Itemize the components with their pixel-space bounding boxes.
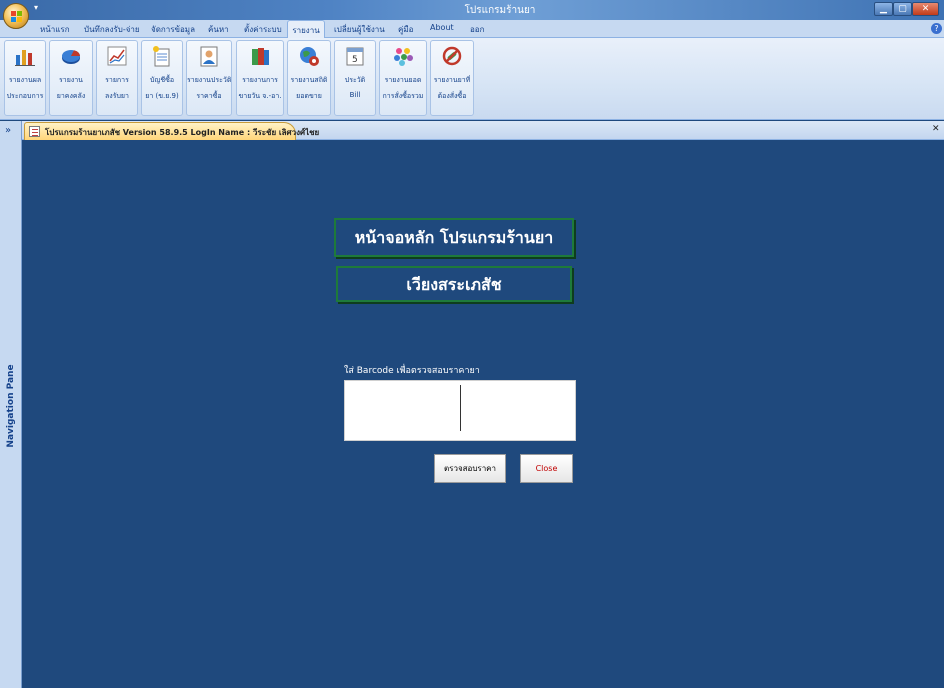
bill-history-button[interactable]: 5 ประวัติ Bill	[334, 40, 376, 116]
button-label: ต้องสั่งซื้อ	[437, 92, 467, 100]
dots-icon	[394, 48, 413, 66]
office-button[interactable]	[3, 3, 29, 29]
report-drugs-to-order-button[interactable]: รายงานยาที่ ต้องสั่งซื้อ	[430, 40, 474, 116]
bar-chart-icon	[15, 50, 35, 66]
report-sales-stats-button[interactable]: รายงานสถิติ ยอดขาย	[287, 40, 331, 116]
books-icon	[252, 48, 269, 65]
button-label: ยอดขาย	[296, 92, 322, 100]
tab-exit[interactable]: ออก	[470, 23, 484, 36]
button-label: รายการ	[105, 76, 129, 84]
button-label: รายงานประวัติ	[187, 76, 232, 84]
report-stock-button[interactable]: รายงาน ยาคงคลัง	[49, 40, 93, 116]
button-label: ขายวัน จ.-อา.	[238, 92, 282, 100]
button-label: ประกอบการ	[6, 92, 44, 100]
minimize-button[interactable]: ▁	[874, 2, 893, 16]
barcode-input[interactable]	[344, 380, 576, 441]
tab-manage-data[interactable]: จัดการข้อมูล	[151, 23, 195, 36]
navigation-pane-label: Navigation Pane	[6, 364, 16, 448]
ribbon-tab-bar: หน้าแรก บันทึกลงรับ-จ่าย จัดการข้อมูล ค้…	[0, 20, 944, 39]
report-received-button[interactable]: รายการ ลงรับยา	[96, 40, 138, 116]
button-label: รายงานยาที่	[433, 76, 471, 84]
close-document-icon[interactable]: ✕	[932, 124, 940, 134]
tab-home[interactable]: หน้าแรก	[40, 23, 70, 36]
close-button[interactable]: Close	[520, 454, 573, 483]
pie-chart-icon	[62, 50, 81, 64]
ribbon-panel: รายงานผล ประกอบการ รายงาน ยาคงคลัง รายกา…	[0, 38, 944, 120]
button-label: ยา (ข.ย.9)	[145, 92, 179, 100]
form-icon	[29, 126, 40, 137]
office-logo-icon	[11, 11, 22, 22]
tab-about[interactable]: About	[430, 23, 454, 32]
button-label: รายงาน	[59, 76, 83, 84]
check-price-button[interactable]: ตรวจสอบราคา	[434, 454, 506, 483]
button-label: Bill	[349, 91, 361, 99]
button-label: รายงานการ	[242, 76, 278, 84]
calendar-icon: 5	[346, 47, 364, 66]
window-title: โปรแกรมร้านยา	[464, 5, 536, 16]
document-tab-bar: โปรแกรมร้านยาเภสัช Version 58.9.5 LogIn …	[22, 121, 944, 140]
document-tab[interactable]: โปรแกรมร้านยาเภสัช Version 58.9.5 LogIn …	[24, 122, 319, 140]
button-label: ราคาซื้อ	[196, 92, 222, 100]
tab-settings[interactable]: ตั้งค่าระบบ	[244, 23, 282, 36]
close-window-button[interactable]: ✕	[912, 2, 939, 16]
store-name: เวียงสระเภสัช	[336, 266, 572, 302]
button-label: บัญชีซื้อ	[149, 76, 175, 84]
no-pill-icon	[442, 46, 462, 66]
svg-text:5: 5	[352, 55, 358, 65]
text-caret	[460, 385, 461, 431]
document-tab-title: โปรแกรมร้านยาเภสัช Version 58.9.5 LogIn …	[45, 128, 320, 137]
line-chart-icon	[107, 46, 127, 66]
tab-manual[interactable]: คู่มือ	[398, 23, 413, 36]
user-report-icon	[200, 46, 218, 67]
button-label: ยาคงคลัง	[56, 92, 86, 100]
report-purchase-ledger-button[interactable]: บัญชีซื้อ ยา (ข.ย.9)	[141, 40, 183, 116]
form-title: หน้าจอหลัก โปรแกรมร้านยา	[334, 218, 574, 257]
report-daily-sales-button[interactable]: รายงานการ ขายวัน จ.-อา.	[236, 40, 284, 116]
title-bar: ▾ โปรแกรมร้านยา ▁ ▢ ✕	[0, 0, 944, 20]
button-label: รายงานสถิติ	[290, 76, 328, 84]
navigation-pane[interactable]: » Navigation Pane	[0, 121, 22, 688]
tab-switch-user[interactable]: เปลี่ยนผู้ใช้งาน	[334, 23, 385, 36]
report-operations-button[interactable]: รายงานผล ประกอบการ	[4, 40, 46, 116]
quick-access-dropdown-icon[interactable]: ▾	[34, 3, 38, 12]
button-label: ลงรับยา	[105, 92, 129, 100]
tab-record[interactable]: บันทึกลงรับ-จ่าย	[84, 23, 140, 36]
button-label: รายงานผล	[8, 76, 42, 84]
button-label: รายงานยอด	[384, 76, 422, 84]
globe-stats-icon	[300, 47, 319, 66]
button-label: ประวัติ	[344, 76, 366, 84]
expand-nav-icon[interactable]: »	[5, 125, 11, 136]
help-icon[interactable]: ?	[931, 23, 942, 34]
ledger-icon	[153, 46, 170, 67]
report-total-orders-button[interactable]: รายงานยอด การสั่งซื้อรวม	[379, 40, 427, 116]
barcode-label: ใส่ Barcode เพื่อตรวจสอบราคายา	[344, 366, 480, 376]
maximize-button[interactable]: ▢	[893, 2, 912, 16]
tab-search[interactable]: ค้นหา	[208, 23, 229, 36]
main-form: หน้าจอหลัก โปรแกรมร้านยา เวียงสระเภสัช ใ…	[23, 140, 944, 688]
button-label: การสั่งซื้อรวม	[382, 92, 424, 100]
tab-reports[interactable]: รายงาน	[287, 20, 325, 39]
report-purchase-price-history-button[interactable]: รายงานประวัติ ราคาซื้อ	[186, 40, 232, 116]
